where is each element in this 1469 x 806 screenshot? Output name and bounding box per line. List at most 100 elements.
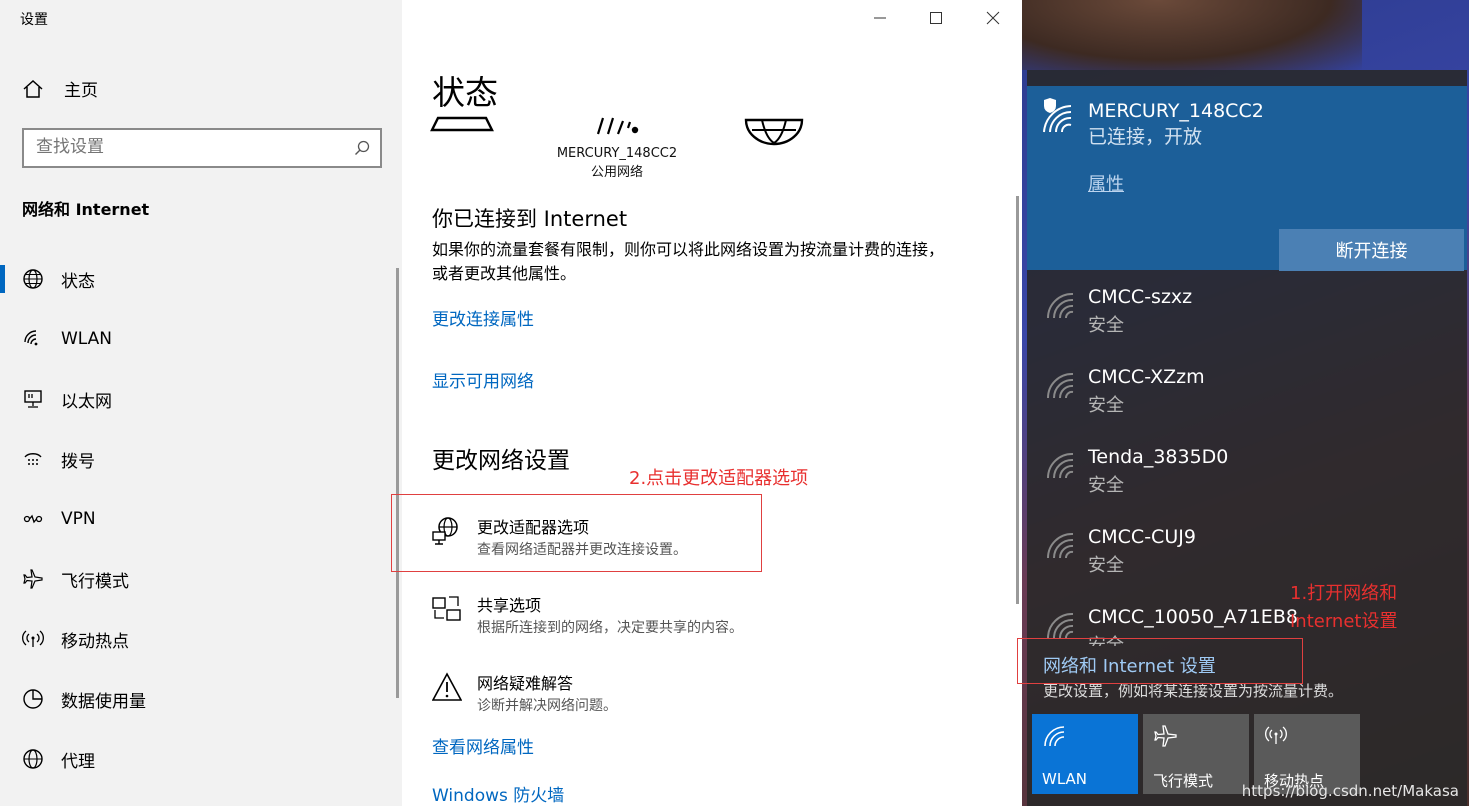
sidebar: 设置 主页 网络和 Internet 状态 WLAN 以太网 拨号 V: [0, 0, 402, 806]
ethernet-icon: [21, 387, 45, 411]
sidebar-item-airplane[interactable]: 飞行模式: [0, 557, 380, 601]
sidebar-item-wlan[interactable]: WLAN: [0, 317, 380, 361]
network-security: 安全: [1088, 395, 1124, 416]
sharing-options-title: 共享选项: [477, 596, 542, 615]
network-item[interactable]: CMCC-XZzm 安全: [1027, 366, 1467, 446]
annotation-box-settings-link: [1017, 638, 1303, 684]
sidebar-item-hotspot[interactable]: 移动热点: [0, 617, 380, 661]
network-flyout: MERCURY_148CC2 已连接，开放 属性 断开连接 CMCC-szxz …: [1027, 70, 1467, 806]
connected-network-card[interactable]: MERCURY_148CC2 已连接，开放 属性 断开连接: [1027, 86, 1467, 271]
windows-firewall-link[interactable]: Windows 防火墙: [432, 781, 564, 806]
minimize-button[interactable]: [868, 6, 892, 30]
search-input[interactable]: [36, 137, 336, 157]
globe-icon: [21, 267, 45, 291]
sharing-icon: [432, 596, 461, 621]
internet-globe-icon: [744, 118, 804, 146]
wifi-icon: [1046, 612, 1074, 639]
computer-icon: [430, 116, 494, 132]
secured-wifi-icon: [1043, 98, 1072, 133]
quick-action-airplane[interactable]: 飞行模式: [1143, 714, 1249, 794]
sidebar-item-label: 拨号: [61, 451, 95, 472]
wifi-icon: [1046, 532, 1074, 559]
window-title: 设置: [20, 12, 48, 28]
connected-description: 如果你的流量套餐有限制，则你可以将此网络设置为按流量计费的连接，或者更改其他属性…: [432, 240, 945, 283]
network-diagram-label: MERCURY_148CC2 公用网络: [542, 144, 692, 182]
network-item[interactable]: Tenda_3835D0 安全: [1027, 446, 1467, 526]
change-network-settings-heading: 更改网络设置: [432, 448, 570, 474]
sidebar-item-dialup[interactable]: 拨号: [0, 437, 380, 481]
proxy-globe-icon: [21, 747, 45, 771]
connected-heading: 你已连接到 Internet: [432, 207, 628, 231]
annotation-step1-line1: 1.打开网络和: [1290, 583, 1398, 604]
sidebar-scrollbar[interactable]: [396, 268, 399, 698]
settings-window: 设置 主页 网络和 Internet 状态 WLAN 以太网 拨号 V: [0, 0, 1022, 806]
data-usage-icon: [21, 687, 45, 711]
connected-network-status: 已连接，开放: [1088, 126, 1203, 148]
maximize-button[interactable]: [924, 6, 948, 30]
sidebar-item-data-usage[interactable]: 数据使用量: [0, 677, 380, 721]
network-troubleshooter-item[interactable]: 网络疑难解答 诊断并解决网络问题。: [432, 670, 992, 726]
hotspot-icon: [1265, 726, 1287, 744]
network-properties-link[interactable]: 属性: [1088, 170, 1124, 196]
annotation-box-adapter: [391, 494, 762, 572]
troubleshooter-desc: 诊断并解决网络问题。: [477, 698, 617, 714]
network-item[interactable]: CMCC-szxz 安全: [1027, 286, 1467, 366]
warning-icon: [432, 672, 462, 701]
sidebar-item-status[interactable]: 状态: [0, 257, 380, 301]
page-title: 状态: [432, 73, 498, 112]
network-name: CMCC-CUJ9: [1088, 526, 1196, 548]
wifi-icon: [1046, 292, 1074, 319]
sidebar-item-label: 飞行模式: [61, 571, 129, 592]
view-network-properties-link[interactable]: 查看网络属性: [432, 733, 534, 758]
sidebar-item-label: 代理: [61, 751, 95, 772]
annotation-step1: 1.打开网络和 Internet设置: [1290, 580, 1397, 636]
sharing-options-desc: 根据所连接到的网络，决定要共享的内容。: [477, 620, 743, 636]
watermark: https://blog.csdn.net/Makasa: [1241, 782, 1459, 800]
quick-action-label: 飞行模式: [1153, 772, 1214, 790]
sidebar-item-label: VPN: [61, 509, 96, 529]
change-connection-properties-link[interactable]: 更改连接属性: [432, 305, 534, 330]
wifi-icon: [1046, 452, 1074, 479]
sidebar-item-ethernet[interactable]: 以太网: [0, 377, 380, 421]
section-title: 网络和 Internet: [22, 200, 150, 219]
network-name: CMCC_10050_A71EB8: [1088, 606, 1298, 628]
sidebar-item-label: 状态: [61, 271, 95, 292]
network-type: 公用网络: [590, 165, 643, 180]
hotspot-icon: [21, 627, 45, 651]
sidebar-item-label: 数据使用量: [61, 691, 146, 712]
search-box[interactable]: [22, 128, 382, 168]
sharing-options-item[interactable]: 共享选项 根据所连接到的网络，决定要共享的内容。: [432, 592, 992, 648]
troubleshooter-title: 网络疑难解答: [477, 674, 574, 693]
annotation-step1-line2: Internet设置: [1290, 611, 1398, 632]
close-button[interactable]: [981, 6, 1005, 30]
show-available-networks-link[interactable]: 显示可用网络: [432, 367, 534, 392]
network-security: 安全: [1088, 315, 1124, 336]
search-icon[interactable]: [354, 140, 370, 156]
network-security: 安全: [1088, 555, 1124, 576]
sidebar-item-label: WLAN: [61, 329, 113, 349]
sidebar-item-proxy[interactable]: 代理: [0, 737, 380, 781]
sidebar-home[interactable]: 主页: [22, 76, 98, 101]
annotation-step2: 2.点击更改适配器选项: [629, 468, 809, 489]
sidebar-item-label: 移动热点: [61, 631, 129, 652]
wifi-icon: [1044, 726, 1065, 747]
airplane-icon: [1154, 725, 1177, 747]
wifi-icon: [21, 327, 45, 351]
quick-action-wlan[interactable]: WLAN: [1032, 714, 1138, 794]
network-name: CMCC-szxz: [1088, 286, 1193, 308]
home-label: 主页: [64, 81, 98, 101]
network-name: Tenda_3835D0: [1088, 446, 1229, 468]
wifi-icon: [1046, 372, 1074, 399]
vpn-icon: [21, 507, 45, 531]
disconnect-button[interactable]: 断开连接: [1279, 229, 1464, 271]
network-security: 安全: [1088, 475, 1124, 496]
sidebar-item-label: 以太网: [61, 391, 112, 412]
sidebar-item-vpn[interactable]: VPN: [0, 497, 380, 541]
main-scrollbar[interactable]: [1016, 196, 1019, 604]
wallpaper-detail: [1022, 0, 1362, 70]
network-item[interactable]: CMCC-CUJ9 安全: [1027, 526, 1467, 606]
network-name: MERCURY_148CC2: [556, 146, 678, 161]
dialup-icon: [21, 447, 45, 471]
connected-network-name: MERCURY_148CC2: [1088, 100, 1264, 122]
quick-action-label: WLAN: [1042, 770, 1088, 788]
